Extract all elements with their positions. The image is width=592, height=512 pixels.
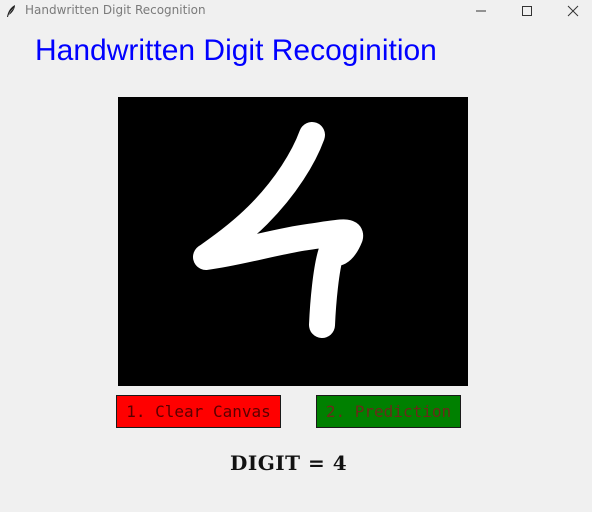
title-bar[interactable]: Handwritten Digit Recognition	[0, 0, 592, 22]
window-title: Handwritten Digit Recognition	[25, 3, 206, 17]
close-button[interactable]	[550, 0, 592, 22]
clear-canvas-button[interactable]: 1. Clear Canvas	[116, 395, 281, 428]
maximize-button[interactable]	[504, 0, 550, 22]
handwritten-digit-stroke	[193, 122, 363, 338]
maximize-icon	[522, 6, 532, 16]
app-heading: Handwritten Digit Recoginition	[35, 34, 437, 67]
minimize-button[interactable]	[458, 0, 504, 22]
feather-icon	[5, 3, 17, 17]
prediction-button[interactable]: 2. Prediction	[316, 395, 461, 428]
app-window: Handwritten Digit Recognition Handwritte…	[0, 0, 592, 512]
prediction-result: DIGIT = 4	[230, 451, 348, 475]
drawing-canvas[interactable]	[118, 97, 468, 386]
minimize-icon	[476, 10, 486, 12]
close-icon	[567, 5, 579, 17]
